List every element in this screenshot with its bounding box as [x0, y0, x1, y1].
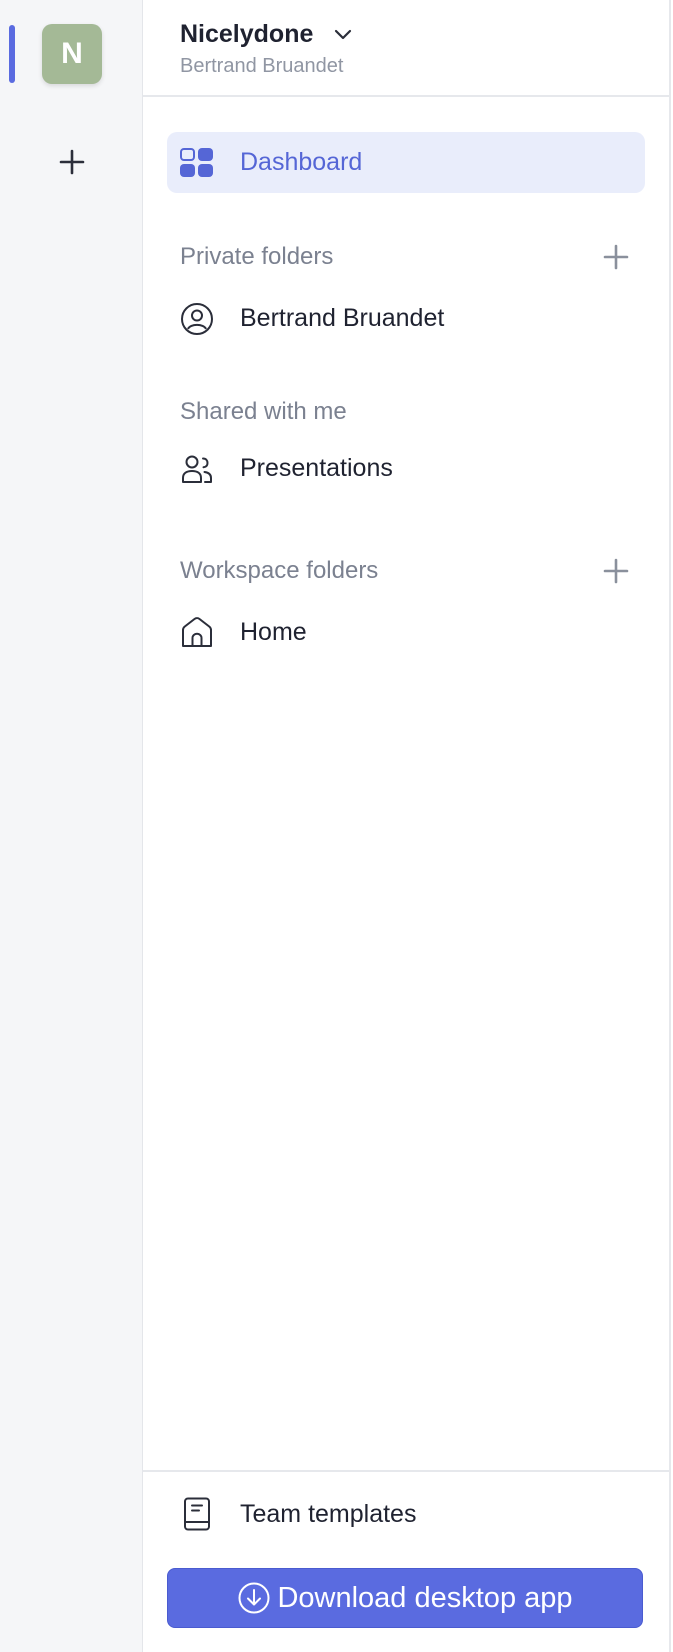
sidebar-nav: Dashboard Private folders Bertrand Bruan… — [143, 97, 669, 1470]
plus-icon — [603, 558, 629, 584]
book-icon — [180, 1497, 214, 1531]
download-button-label: Download desktop app — [277, 1581, 573, 1614]
folder-item-presentations[interactable]: Presentations — [167, 438, 645, 499]
workspace-name: Nicelydone — [180, 20, 314, 48]
add-workspace-folder-button[interactable] — [601, 556, 631, 586]
nav-item-dashboard[interactable]: Dashboard — [167, 132, 645, 193]
chevron-down-icon — [333, 25, 353, 45]
team-templates-label: Team templates — [240, 1499, 417, 1528]
section-title-workspace-folders: Workspace folders — [180, 557, 379, 584]
dashboard-icon — [180, 146, 214, 180]
sidebar-panel: Nicelydone Bertrand Bruandet Dashboard P… — [143, 0, 671, 1652]
workspace-rail: N — [0, 0, 143, 1652]
folder-label: Bertrand Bruandet — [240, 304, 445, 332]
workspace-initial: N — [61, 37, 83, 70]
section-shared-with-me: Shared with me — [167, 392, 645, 432]
download-circle-icon — [237, 1581, 271, 1615]
user-circle-icon — [180, 302, 214, 336]
add-workspace-button[interactable] — [52, 142, 92, 182]
team-templates-link[interactable]: Team templates — [167, 1486, 645, 1542]
folder-label: Presentations — [240, 454, 393, 482]
folder-item-bertrand-bruandet[interactable]: Bertrand Bruandet — [167, 288, 645, 349]
users-icon — [180, 452, 214, 486]
workspace-user-name: Bertrand Bruandet — [180, 55, 344, 77]
app-window: N Nicelydone Bertrand Bruandet Dashboard… — [0, 0, 673, 1652]
workspace-avatar[interactable]: N — [42, 24, 102, 84]
section-title-private-folders: Private folders — [180, 243, 334, 270]
section-title-shared-with-me: Shared with me — [180, 398, 347, 425]
active-workspace-indicator — [9, 25, 15, 83]
sidebar-footer: Team templates Download desktop app — [143, 1470, 669, 1652]
download-desktop-app-button[interactable]: Download desktop app — [167, 1568, 643, 1628]
add-private-folder-button[interactable] — [601, 242, 631, 272]
workspace-switcher[interactable]: Nicelydone — [180, 20, 353, 49]
section-private-folders: Private folders — [167, 237, 645, 277]
plus-icon — [603, 244, 629, 270]
home-icon — [180, 616, 214, 650]
folder-item-home[interactable]: Home — [167, 602, 645, 663]
nav-label-dashboard: Dashboard — [240, 148, 363, 176]
folder-label: Home — [240, 618, 307, 646]
plus-icon — [59, 149, 85, 175]
section-workspace-folders: Workspace folders — [167, 551, 645, 591]
sidebar-header: Nicelydone Bertrand Bruandet — [143, 0, 669, 97]
